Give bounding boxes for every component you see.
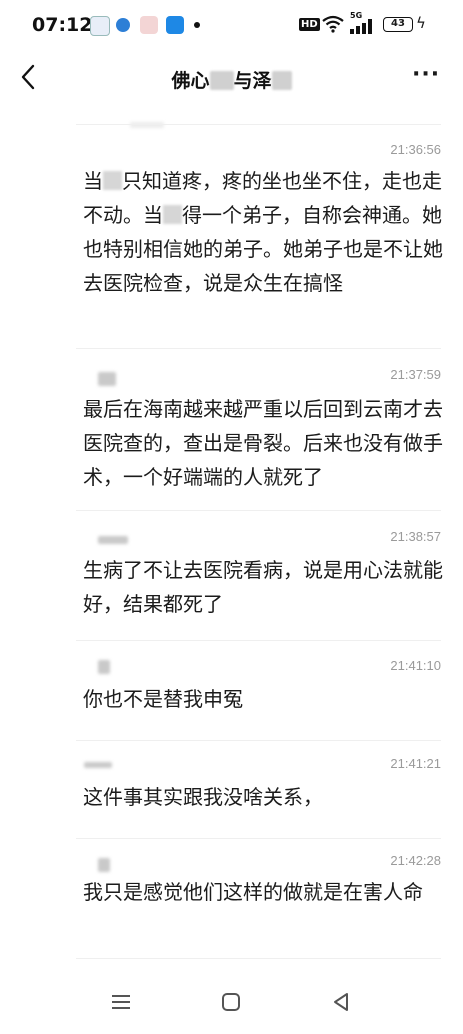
message-divider: [76, 838, 441, 839]
hd-icon: HD: [299, 18, 320, 31]
sender-redacted: [98, 858, 110, 872]
system-nav-bar: [0, 975, 463, 1034]
message-divider: [76, 348, 441, 349]
menu-icon[interactable]: [108, 989, 134, 1015]
message-timestamp: 21:42:28: [390, 853, 441, 868]
message-text: 最后在海南越来越严重以后回到云南才去医院查的，查出是骨裂。后来也没有做手术，一个…: [83, 397, 443, 489]
charging-icon: ϟ: [416, 14, 426, 32]
dot-icon: [194, 22, 200, 28]
message-divider: [76, 640, 441, 641]
status-bar: 07:12 HD 5G 43 ϟ: [0, 0, 463, 52]
message-segment: 当: [83, 169, 103, 193]
sender-redacted: [98, 660, 110, 674]
redacted-name: [103, 171, 122, 190]
message-timestamp: 21:41:10: [390, 658, 441, 673]
battery-icon: 43: [383, 17, 413, 32]
redacted-name: [163, 205, 182, 224]
title-part2: 与泽: [233, 70, 272, 92]
message-timestamp: 21:36:56: [390, 142, 441, 157]
message-divider: [76, 958, 441, 959]
notification-icon-4: [166, 16, 184, 34]
sender-redacted: [98, 372, 116, 386]
message-text: 当只知道疼，疼的坐也坐不住，走也走不动。当 得一个弟子，自称会神通。她也特别相信她…: [83, 164, 443, 300]
message-timestamp: 21:38:57: [390, 529, 441, 544]
back-triangle-icon[interactable]: [328, 989, 354, 1015]
sender-redacted: [84, 762, 112, 768]
signal-icon: [350, 19, 372, 34]
sender-avatar-redacted: [130, 122, 164, 128]
wifi-icon: [322, 15, 344, 33]
message-text: 这件事其实跟我没啥关系，: [83, 785, 323, 809]
title-part1: 佛心: [171, 70, 210, 92]
message-text: 你也不是替我申冤: [83, 687, 243, 711]
chat-header: 佛心 与泽 ···: [0, 52, 463, 104]
message-divider: [76, 124, 441, 125]
notification-icon-3: [140, 16, 158, 34]
notification-icon-2: [116, 18, 130, 32]
message-text: 我只是感觉他们这样的做就是在害人命: [83, 880, 423, 904]
message-timestamp: 21:41:21: [390, 756, 441, 771]
redacted-name: [271, 71, 292, 90]
battery-level: 43: [391, 18, 405, 29]
status-time: 07:12: [32, 14, 93, 36]
message-divider: [76, 740, 441, 741]
message-timestamp: 21:37:59: [390, 367, 441, 382]
chat-title: 佛心 与泽: [0, 66, 463, 93]
message-divider: [76, 510, 441, 511]
home-icon[interactable]: [218, 989, 244, 1015]
message-text: 生病了不让去医院看病，说是用心法就能好，结果都死了: [83, 558, 443, 616]
sender-redacted: [98, 536, 128, 544]
redacted-name: [209, 71, 234, 90]
notification-icon-1: [90, 16, 110, 36]
more-options-icon[interactable]: ···: [412, 62, 440, 87]
